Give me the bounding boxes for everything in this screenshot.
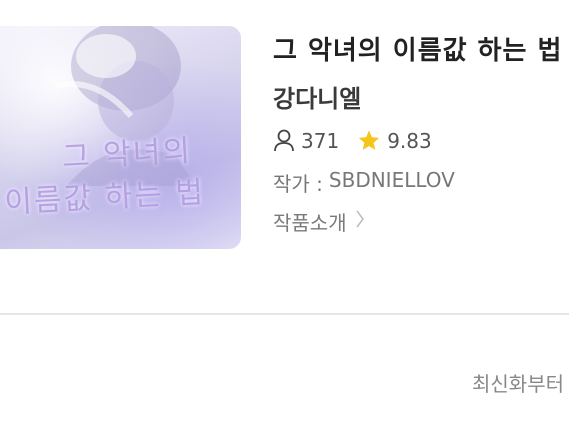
cover-title-line1: 그 악녀의 bbox=[61, 133, 193, 176]
intro-label: 작품소개 bbox=[273, 211, 347, 235]
section-divider bbox=[0, 313, 569, 315]
writer-info: 작가 : SBDNIELLOV bbox=[273, 168, 455, 197]
cover-title-art: 그 악녀의 이름값 하는 법 bbox=[0, 129, 241, 249]
rating-value: 9.83 bbox=[387, 129, 432, 153]
person-icon bbox=[273, 129, 295, 153]
writer-label: 작가 : bbox=[273, 172, 323, 196]
book-title: 그 악녀의 이름값 하는 법 bbox=[273, 36, 563, 66]
view-count: 371 bbox=[301, 129, 340, 153]
intro-link[interactable]: 작품소개 bbox=[273, 207, 365, 236]
cover-title-line2: 이름값 하는 법 bbox=[3, 174, 206, 221]
book-cover: 그 악녀의 이름값 하는 법 bbox=[0, 26, 241, 249]
book-stats: 371 9.83 bbox=[273, 127, 432, 155]
book-pairing: 강다니엘 bbox=[273, 85, 362, 113]
star-icon bbox=[357, 129, 381, 153]
writer-name[interactable]: SBDNIELLOV bbox=[329, 168, 455, 197]
book-detail-page: 그 악녀의 이름값 하는 법 그 악녀의 이름값 하는 법 강다니엘 371 9… bbox=[0, 0, 576, 432]
chevron-right-icon bbox=[355, 208, 365, 235]
sort-latest-button[interactable]: 최신화부터 bbox=[472, 368, 564, 397]
